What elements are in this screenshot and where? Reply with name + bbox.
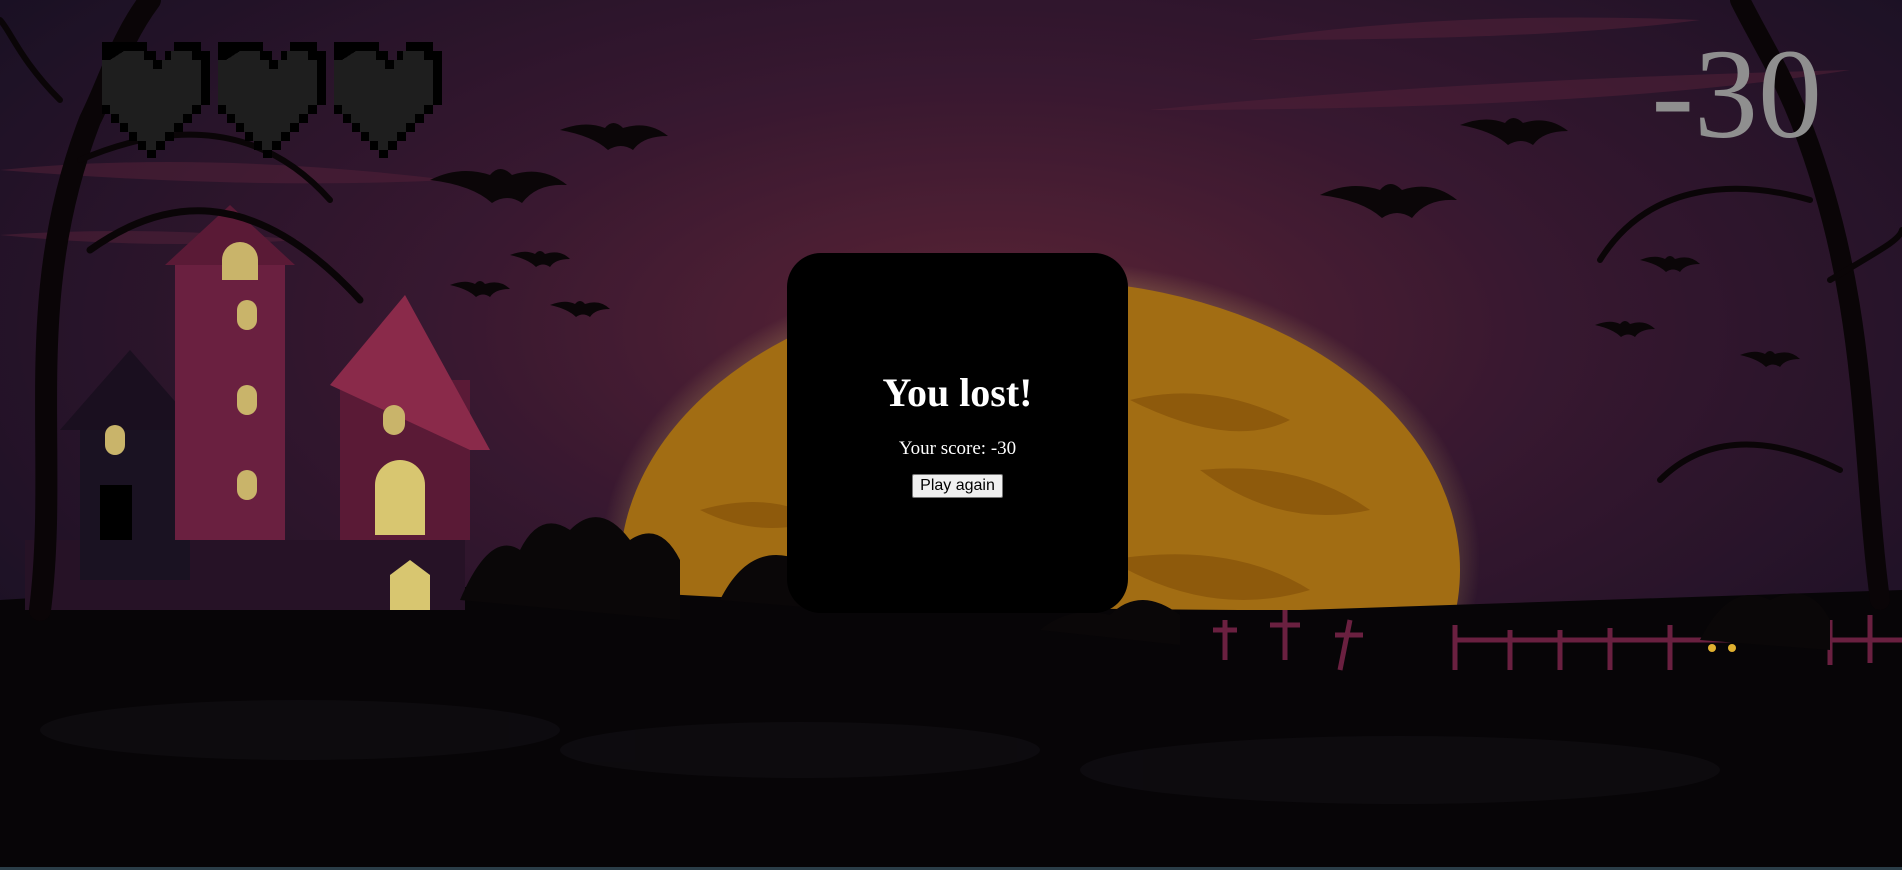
heart-icon [334, 42, 442, 158]
score-display: -30 [1651, 23, 1822, 165]
heart-icon [102, 42, 210, 158]
lives-indicator [102, 42, 442, 158]
final-score-text: Your score: -30 [898, 437, 1017, 459]
game-over-dialog: You lost! Your score: -30 Play again [787, 253, 1128, 613]
heart-icon [218, 42, 326, 158]
dialog-title: You lost! [882, 369, 1033, 415]
play-again-button[interactable]: Play again [912, 473, 1003, 498]
